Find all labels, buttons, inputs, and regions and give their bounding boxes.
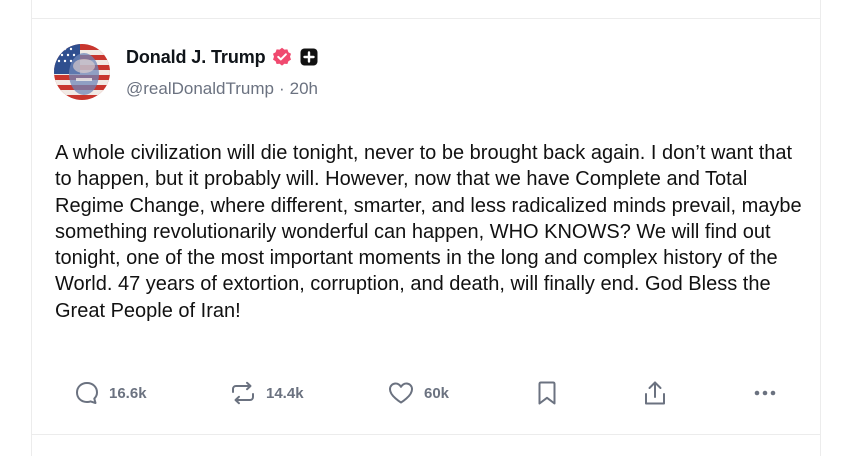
feed-column: Donald J. Trump @realDonaldTrump · 20h A… bbox=[31, 0, 821, 456]
like-count: 60k bbox=[424, 384, 450, 402]
meta-separator: · bbox=[278, 79, 285, 98]
author-handle[interactable]: @realDonaldTrump bbox=[126, 79, 274, 99]
author-display-name[interactable]: Donald J. Trump bbox=[126, 47, 266, 68]
bookmark-icon bbox=[535, 379, 559, 407]
more-button[interactable] bbox=[752, 377, 778, 409]
divider-bottom bbox=[32, 434, 820, 435]
action-bar: 16.6k 14.4k 60k bbox=[32, 377, 820, 409]
verified-badge-icon bbox=[272, 47, 292, 67]
author-meta: @realDonaldTrump · 20h bbox=[126, 79, 318, 99]
repost-icon bbox=[229, 380, 257, 406]
share-button[interactable] bbox=[642, 377, 668, 409]
repost-button[interactable]: 14.4k bbox=[229, 377, 304, 409]
avatar[interactable] bbox=[54, 44, 110, 100]
like-button[interactable]: 60k bbox=[387, 377, 449, 409]
plus-badge-icon bbox=[300, 48, 318, 66]
repost-count: 14.4k bbox=[266, 384, 304, 402]
post-timestamp[interactable]: 20h bbox=[290, 79, 318, 99]
reply-button[interactable]: 16.6k bbox=[74, 377, 147, 409]
post-body: A whole civilization will die tonight, n… bbox=[55, 142, 802, 322]
heart-icon bbox=[387, 380, 415, 406]
reply-count: 16.6k bbox=[109, 384, 147, 402]
more-icon bbox=[752, 380, 778, 406]
post-card[interactable]: Donald J. Trump @realDonaldTrump · 20h A… bbox=[32, 19, 820, 434]
bookmark-button[interactable] bbox=[535, 377, 559, 409]
author-row: Donald J. Trump bbox=[126, 45, 318, 69]
share-icon bbox=[642, 379, 668, 407]
reply-icon bbox=[74, 380, 100, 406]
